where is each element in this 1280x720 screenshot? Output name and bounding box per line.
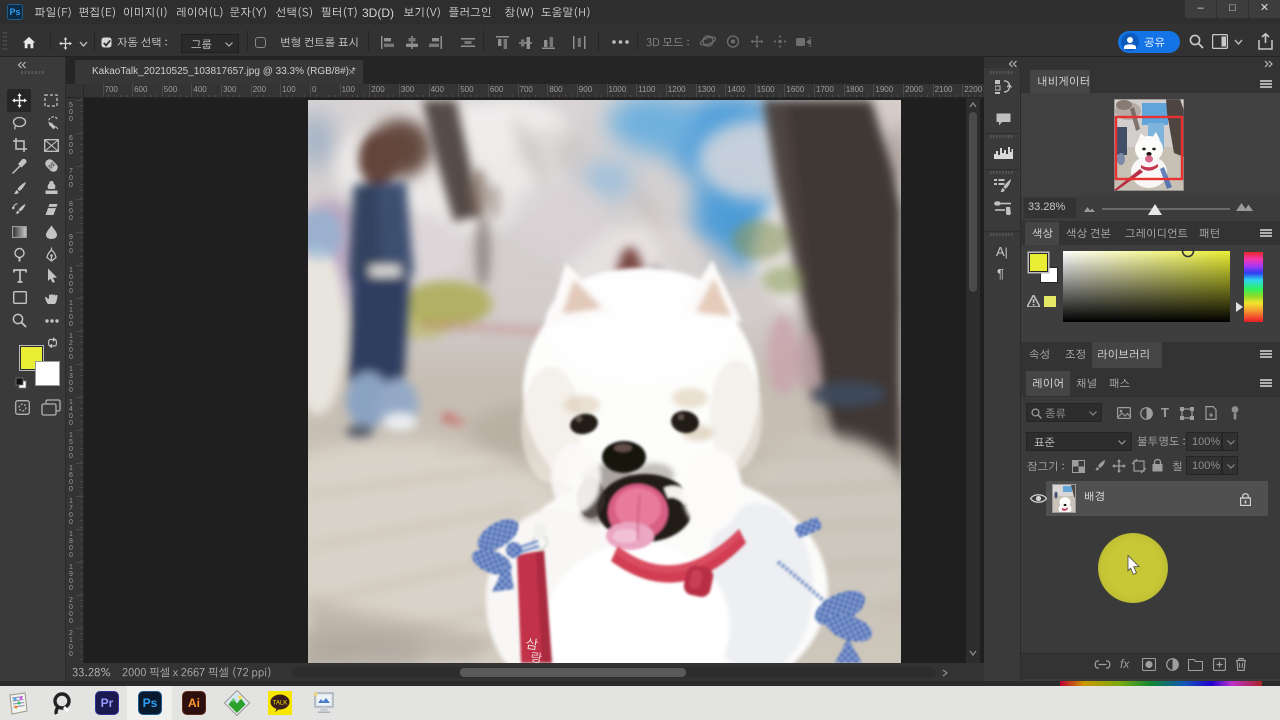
svg-text:TALK: TALK — [273, 701, 288, 707]
